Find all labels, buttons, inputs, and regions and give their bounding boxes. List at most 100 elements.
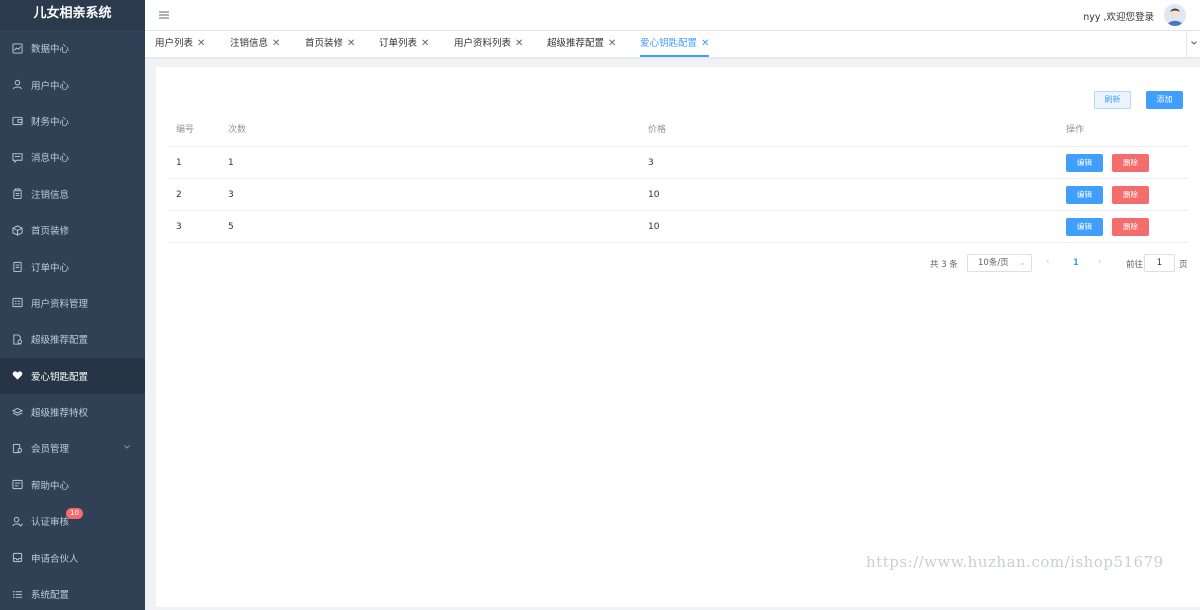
sidebar-item-apply-partner[interactable]: 申请合伙人: [0, 539, 145, 575]
cell-id: 1: [176, 158, 182, 168]
box-icon: [11, 224, 23, 236]
next-page-icon[interactable]: ›: [1098, 257, 1101, 267]
top-navbar: nyy ,欢迎您登录: [145, 0, 1200, 31]
edit-button[interactable]: 编辑: [1066, 186, 1103, 204]
tab-love-key-config[interactable]: 爱心钥匙配置 ✕: [640, 31, 710, 57]
sidebar-item-label: 注销信息: [31, 189, 70, 201]
sidebar-item-love-key-config[interactable]: 爱心钥匙配置: [0, 357, 145, 394]
sidebar-item-help-center[interactable]: 帮助中心: [0, 467, 145, 503]
pagination: 共 3 条 10条/页 ⌄ ‹ 1 › 前往 1 页: [156, 254, 1200, 274]
page-number[interactable]: 1: [1073, 258, 1079, 268]
sidebar-item-cancellation-info[interactable]: 注销信息: [0, 176, 145, 212]
close-icon[interactable]: ✕: [515, 38, 523, 49]
tags-more-button[interactable]: [1186, 31, 1200, 57]
sidebar-item-finance-center[interactable]: 财务中心: [0, 103, 145, 139]
order-icon: [11, 261, 23, 273]
sidebar-item-label: 超级推荐配置: [31, 335, 89, 347]
prev-page-icon[interactable]: ‹: [1046, 257, 1049, 267]
add-button[interactable]: 添加: [1146, 91, 1183, 109]
sidebar-item-user-profile-management[interactable]: 用户资料管理: [0, 285, 145, 321]
column-header-actions: 操作: [1066, 125, 1085, 135]
close-icon[interactable]: ✕: [197, 38, 205, 49]
page-size-select[interactable]: 10条/页 ⌄: [967, 254, 1032, 272]
help-icon: [11, 479, 23, 491]
wallet-icon: [11, 115, 23, 127]
cell-count: 5: [228, 222, 234, 232]
tab-label: 用户资料列表: [454, 38, 512, 49]
watermark: https://www.huzhan.com/ishop51679: [866, 553, 1164, 571]
cell-id: 3: [176, 222, 182, 232]
list-icon: [11, 588, 23, 600]
layers-icon: [11, 406, 23, 418]
close-icon[interactable]: ✕: [608, 38, 616, 49]
tab-label: 注销信息: [230, 38, 269, 49]
tab-user-list[interactable]: 用户列表 ✕: [155, 31, 205, 57]
sidebar-item-member-management[interactable]: 会员管理: [0, 430, 145, 466]
delete-button[interactable]: 删除: [1112, 186, 1149, 204]
column-header-count: 次数: [228, 125, 247, 135]
tab-label: 爱心钥匙配置: [640, 38, 698, 49]
refresh-button[interactable]: 刷新: [1094, 91, 1131, 109]
cell-price: 10: [648, 190, 660, 200]
sidebar-item-label: 申请合伙人: [31, 553, 79, 565]
sidebar-item-system-config[interactable]: 系统配置: [0, 576, 145, 610]
sidebar-item-label: 爱心钥匙配置: [31, 371, 89, 383]
hamburger-menu-icon[interactable]: [158, 9, 170, 21]
chevron-down-icon[interactable]: [123, 443, 131, 454]
cell-count: 3: [228, 190, 234, 200]
sidebar-item-label: 数据中心: [31, 44, 70, 56]
doc-gear-icon: [11, 333, 23, 345]
sidebar-item-data-center[interactable]: 数据中心: [0, 30, 145, 66]
sidebar-item-order-center[interactable]: 订单中心: [0, 248, 145, 284]
sidebar-item-label: 认证审核: [31, 517, 70, 529]
sidebar-item-label: 订单中心: [31, 262, 70, 274]
column-header-price: 价格: [648, 125, 667, 135]
sidebar-item-label: 用户中心: [31, 80, 70, 92]
goto-page-input[interactable]: 1: [1144, 254, 1175, 272]
sidebar-item-message-center[interactable]: 消息中心: [0, 139, 145, 175]
close-icon[interactable]: ✕: [701, 38, 709, 49]
table-row: 3 5 10 编辑 删除: [168, 211, 1188, 243]
app-title: 儿女相亲系统: [0, 0, 145, 30]
sidebar-item-label: 超级推荐特权: [31, 408, 89, 420]
avatar[interactable]: [1164, 4, 1186, 26]
chart-icon: [11, 42, 23, 54]
close-icon[interactable]: ✕: [347, 38, 355, 49]
edit-button[interactable]: 编辑: [1066, 218, 1103, 236]
message-icon: [11, 151, 23, 163]
sidebar-item-home-decoration[interactable]: 首页装修: [0, 212, 145, 248]
profile-list-icon: [11, 297, 23, 309]
sidebar-item-user-center[interactable]: 用户中心: [0, 66, 145, 102]
heart-icon: [11, 370, 23, 382]
delete-button[interactable]: 删除: [1112, 218, 1149, 236]
tab-label: 超级推荐配置: [547, 38, 605, 49]
main-content-card: 刷新 添加 编号 次数 价格 操作 1 1 3 编辑 删除 2 3 10 编辑 …: [156, 67, 1200, 607]
cell-id: 2: [176, 190, 182, 200]
tab-label: 订单列表: [379, 38, 418, 49]
pagination-total: 共 3 条: [930, 260, 958, 270]
delete-button[interactable]: 删除: [1112, 154, 1149, 172]
tags-view-bar: 用户列表 ✕ 注销信息 ✕ 首页装修 ✕ 订单列表 ✕ 用户资料列表 ✕ 超级推荐配置 ✕ …: [145, 31, 1200, 57]
user-greeting: nyy ,欢迎您登录: [1083, 12, 1154, 23]
sidebar-item-label: 首页装修: [31, 226, 70, 238]
sidebar-item-label: 用户资料管理: [31, 298, 89, 310]
goto-label: 前往: [1126, 260, 1144, 270]
tab-home-decoration[interactable]: 首页装修 ✕: [305, 31, 355, 57]
close-icon[interactable]: ✕: [272, 38, 280, 49]
sidebar: 儿女相亲系统 数据中心 用户中心 财务中心 消息中心 注销信息 首页装修 订单中…: [0, 0, 145, 610]
sidebar-item-label: 财务中心: [31, 116, 70, 128]
cell-price: 10: [648, 222, 660, 232]
sidebar-item-super-recommend-privilege[interactable]: 超级推荐特权: [0, 394, 145, 430]
tab-order-list[interactable]: 订单列表 ✕: [379, 31, 429, 57]
sidebar-item-label: 帮助中心: [31, 480, 70, 492]
edit-button[interactable]: 编辑: [1066, 154, 1103, 172]
inbox-icon: [11, 552, 23, 564]
tab-cancellation-info[interactable]: 注销信息 ✕: [230, 31, 280, 57]
tab-super-recommend-config[interactable]: 超级推荐配置 ✕: [547, 31, 616, 57]
table-header: 编号 次数 价格 操作: [168, 119, 1188, 147]
sidebar-item-super-recommend-config[interactable]: 超级推荐配置: [0, 321, 145, 357]
tab-user-profile-list[interactable]: 用户资料列表 ✕: [454, 31, 523, 57]
sidebar-item-verification-review[interactable]: 认证审核 10: [0, 503, 145, 539]
close-icon[interactable]: ✕: [421, 38, 429, 49]
column-header-id: 编号: [176, 125, 195, 135]
